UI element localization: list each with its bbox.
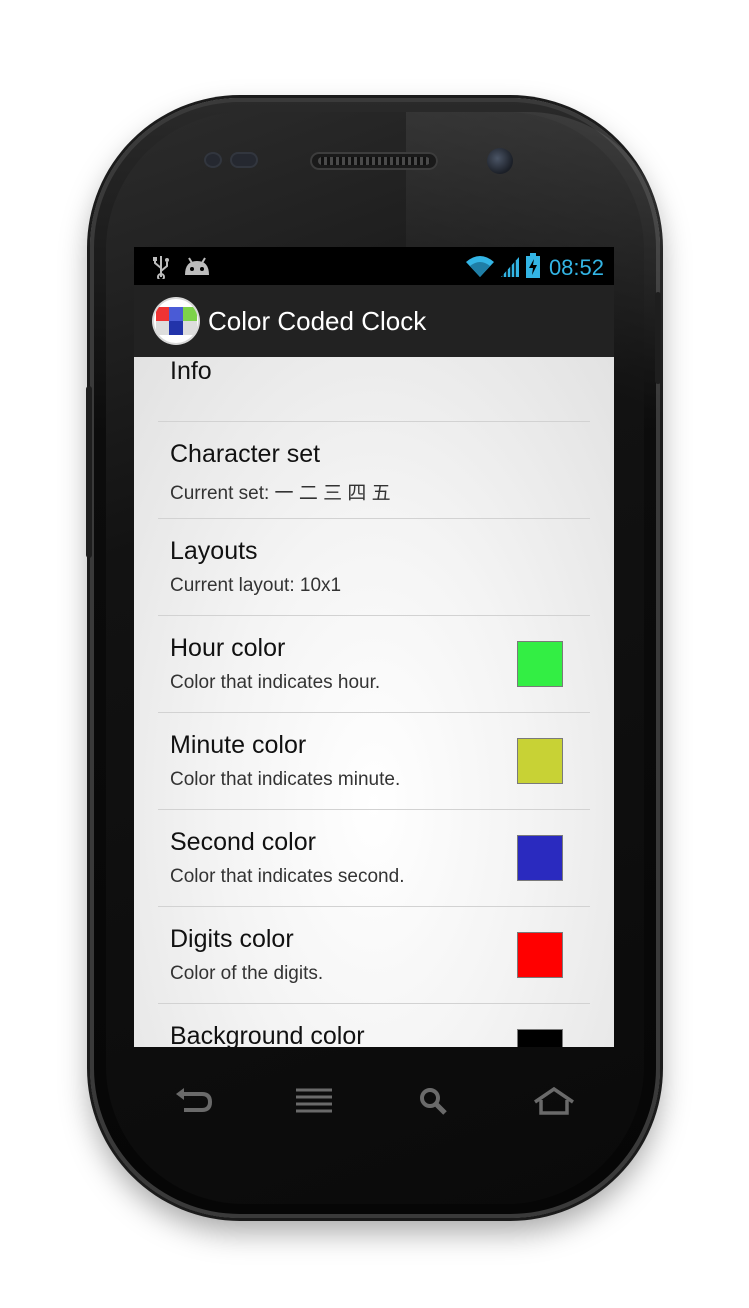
pref-title: Info: [170, 357, 212, 385]
pref-summary: Current set: 一 二 三 四 五: [170, 483, 391, 504]
pref-layouts[interactable]: Layouts Current layout: 10x1: [158, 519, 590, 616]
android-debug-icon: [182, 255, 212, 281]
status-icons: 08:52: [465, 253, 604, 283]
hour-color-swatch[interactable]: [517, 641, 563, 687]
pref-title: Second color: [170, 828, 316, 856]
pref-character-set[interactable]: Character set Current set: 一 二 三 四 五: [158, 422, 590, 519]
back-button[interactable]: [164, 1078, 224, 1128]
menu-icon: [294, 1087, 334, 1119]
preferences-list[interactable]: Info Character set Current set: 一 二 三 四 …: [134, 357, 614, 1047]
signal-icon: [499, 254, 521, 282]
pref-summary: Color that indicates minute.: [170, 769, 401, 790]
back-icon: [174, 1086, 214, 1120]
menu-button[interactable]: [284, 1078, 344, 1128]
action-bar: Color Coded Clock: [134, 285, 614, 359]
pref-title: Hour color: [170, 634, 286, 662]
pref-background-color[interactable]: Background color: [158, 1004, 590, 1047]
home-icon: [532, 1086, 576, 1120]
status-bar: 08:52: [134, 247, 614, 285]
color-coded-clock-app-icon[interactable]: [154, 299, 198, 343]
pref-summary: Color that indicates hour.: [170, 672, 381, 693]
pref-second-color[interactable]: Second color Color that indicates second…: [158, 810, 590, 907]
home-button[interactable]: [524, 1078, 584, 1128]
pref-minute-color[interactable]: Minute color Color that indicates minute…: [158, 713, 590, 810]
pref-digits-color[interactable]: Digits color Color of the digits.: [158, 907, 590, 1004]
pref-title: Layouts: [170, 537, 258, 565]
navigation-bar: [134, 1070, 614, 1136]
pref-hour-color[interactable]: Hour color Color that indicates hour.: [158, 616, 590, 713]
pref-info[interactable]: Info: [158, 357, 590, 422]
search-icon: [417, 1086, 451, 1120]
proximity-sensor: [204, 152, 222, 168]
battery-charging-icon: [525, 253, 541, 283]
pref-summary: Current layout: 10x1: [170, 575, 342, 596]
pref-title: Digits color: [170, 925, 294, 953]
usb-icon: [152, 255, 170, 283]
search-button[interactable]: [404, 1078, 464, 1128]
second-color-swatch[interactable]: [517, 835, 563, 881]
pref-title: Character set: [170, 440, 321, 468]
digits-color-swatch[interactable]: [517, 932, 563, 978]
minute-color-swatch[interactable]: [517, 738, 563, 784]
screen: 08:52 Color Coded Clock Info Character s…: [134, 247, 614, 1047]
pref-summary: Color that indicates second.: [170, 866, 405, 887]
earpiece-speaker: [310, 152, 438, 170]
pref-title: Background color: [170, 1022, 365, 1047]
app-title: Color Coded Clock: [208, 305, 427, 336]
pref-title: Minute color: [170, 731, 307, 759]
power-button: [655, 292, 661, 384]
volume-button: [86, 386, 92, 558]
wifi-icon: [465, 254, 495, 282]
background-color-swatch[interactable]: [517, 1029, 563, 1047]
light-sensor: [230, 152, 258, 168]
pref-summary: Color of the digits.: [170, 963, 324, 984]
front-camera: [487, 148, 513, 174]
status-time: 08:52: [548, 255, 604, 280]
